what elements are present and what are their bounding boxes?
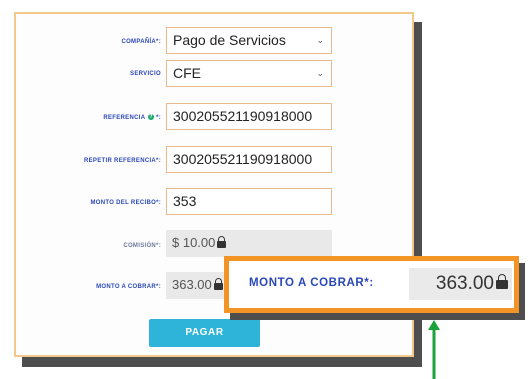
- company-label: COMPAÑÍA*:: [121, 39, 161, 45]
- lock-icon: [217, 236, 227, 248]
- question-circle-icon[interactable]: ?: [148, 114, 155, 121]
- receipt-amount-input[interactable]: 353: [166, 188, 332, 215]
- chevron-down-icon: ⌄: [316, 68, 324, 78]
- lock-icon: [213, 278, 223, 290]
- lock-icon: [496, 274, 508, 289]
- repeat-reference-input[interactable]: 300205521190918000: [166, 146, 332, 173]
- reference-label-suffix: *:: [156, 115, 161, 121]
- reference-label: REFERENCIA ? *:: [46, 114, 161, 122]
- callout-amount-value: 363.00: [435, 273, 494, 294]
- receipt-amount-label: MONTO DEL RECIBO*:: [90, 200, 161, 206]
- pay-button[interactable]: PAGAR: [149, 319, 260, 347]
- commission-value: $ 10.00: [172, 235, 216, 250]
- company-select[interactable]: Pago de Servicios ⌄: [166, 27, 332, 54]
- amount-to-charge-value: 363.00: [172, 277, 212, 292]
- commission-label: COMISIÓN*:: [123, 243, 161, 249]
- callout-amount-field: 363.00: [409, 268, 512, 300]
- commission-field: $ 10.00: [166, 230, 332, 257]
- callout-amount-label: MONTO A COBRAR*:: [249, 277, 374, 289]
- chevron-down-icon: ⌄: [316, 35, 324, 45]
- service-select[interactable]: CFE ⌄: [166, 60, 332, 87]
- reference-label-text: REFERENCIA: [103, 115, 146, 121]
- company-select-value: Pago de Servicios: [173, 32, 286, 48]
- arrow-up-icon: [428, 320, 440, 379]
- service-select-value: CFE: [173, 65, 201, 81]
- service-label: SERVICIO: [130, 71, 161, 77]
- reference-input[interactable]: 300205521190918000: [166, 103, 332, 130]
- screenshot-stage: COMPAÑÍA*: Pago de Servicios ⌄ SERVICIO …: [0, 0, 531, 379]
- amount-to-charge-label: MONTO A COBRAR*:: [96, 284, 161, 290]
- repeat-reference-label: REPETIR REFERENCIA*:: [83, 158, 161, 164]
